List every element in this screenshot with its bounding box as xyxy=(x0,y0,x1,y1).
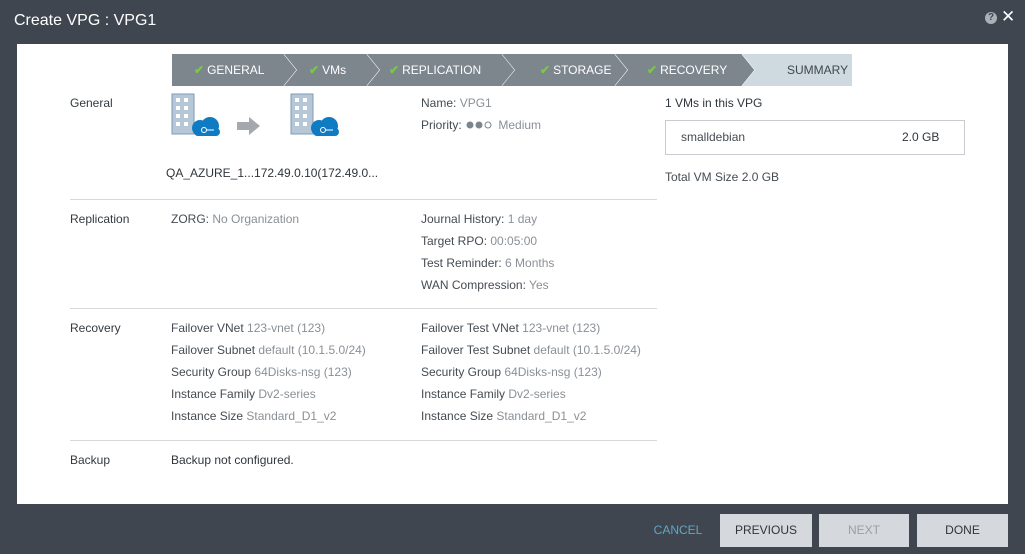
backup-heading: Backup xyxy=(70,453,111,467)
zorg-value: No Organization xyxy=(212,212,300,226)
recovery-left-row: Failover Subnet default (10.1.5.0/24) xyxy=(171,343,366,357)
recovery-value: Standard_D1_v2 xyxy=(496,409,587,423)
step-recovery-label: RECOVERY xyxy=(660,63,728,77)
test-label: Test Reminder: xyxy=(421,256,502,270)
close-icon[interactable]: ✕ xyxy=(1001,8,1015,26)
recovery-label: Security Group xyxy=(421,365,502,379)
rpo-value: 00:05:00 xyxy=(490,234,538,248)
arrow-right-icon xyxy=(237,117,260,135)
recovery-value: default (10.1.5.0/24) xyxy=(533,343,641,357)
replication-heading: Replication xyxy=(70,212,130,226)
recovery-value: Standard_D1_v2 xyxy=(246,409,337,423)
recovery-value: 123-vnet (123) xyxy=(522,321,601,335)
recovery-left-row: Instance Size Standard_D1_v2 xyxy=(171,409,336,423)
target-site-icon xyxy=(290,93,339,136)
check-icon: ✔ xyxy=(540,63,551,77)
check-icon: ✔ xyxy=(194,63,205,77)
done-button[interactable]: DONE xyxy=(917,514,1008,547)
step-replication-label: REPLICATION xyxy=(402,63,482,77)
total-vm-size: Total VM Size 2.0 GB xyxy=(665,170,780,184)
recovery-label: Failover Test Subnet xyxy=(421,343,531,357)
recovery-heading: Recovery xyxy=(70,321,121,335)
vm-name: smalldebian xyxy=(681,130,746,144)
step-vms[interactable]: ✔ VMs xyxy=(284,54,380,86)
site-pair: QA_AZURE_1...172.49.0.10(172.49.0... xyxy=(166,166,379,180)
recovery-right-row: Instance Size Standard_D1_v2 xyxy=(421,409,586,423)
wan-row: WAN Compression: Yes xyxy=(421,278,549,292)
recovery-right-row: Instance Family Dv2-series xyxy=(421,387,566,401)
step-replication[interactable]: ✔ REPLICATION xyxy=(367,54,515,86)
priority-dots-icon xyxy=(465,119,495,133)
journal-row: Journal History: 1 day xyxy=(421,212,537,226)
divider xyxy=(70,308,657,309)
recovery-label: Security Group xyxy=(171,365,252,379)
priority-label: Priority: xyxy=(421,118,462,132)
title-bar: Create VPG : VPG1 ? ✕ xyxy=(0,0,1025,44)
recovery-value: Dv2-series xyxy=(258,387,316,401)
previous-button[interactable]: PREVIOUS xyxy=(720,514,812,547)
recovery-value: Dv2-series xyxy=(508,387,566,401)
next-button[interactable]: NEXT xyxy=(819,514,909,547)
vpg-priority: Priority: Medium xyxy=(421,118,541,133)
wizard-steps: ✔ GENERAL ✔ VMs ✔ REPLICATION ✔ STORAGE ✔ REC… xyxy=(172,54,852,86)
step-summary[interactable]: SUMMARY xyxy=(742,54,852,86)
test-reminder-row: Test Reminder: 6 Months xyxy=(421,256,554,270)
step-storage[interactable]: ✔ STORAGE xyxy=(502,54,628,86)
recovery-left-row: Failover VNet 123-vnet (123) xyxy=(171,321,325,335)
journal-label: Journal History: xyxy=(421,212,505,226)
zorg-label: ZORG: xyxy=(171,212,209,226)
cancel-button[interactable]: CANCEL xyxy=(640,514,716,547)
recovery-value: 64Disks-nsg (123) xyxy=(504,365,602,379)
recovery-value: default (10.1.5.0/24) xyxy=(258,343,366,357)
recovery-label: Instance Size xyxy=(171,409,244,423)
recovery-value: 64Disks-nsg (123) xyxy=(254,365,352,379)
recovery-left-row: Instance Family Dv2-series xyxy=(171,387,316,401)
wan-label: WAN Compression: xyxy=(421,278,526,292)
name-value: VPG1 xyxy=(459,96,492,110)
recovery-label: Failover Test VNet xyxy=(421,321,519,335)
vms-title: 1 VMs in this VPG xyxy=(665,96,763,110)
recovery-label: Instance Family xyxy=(171,387,256,401)
zorg-row: ZORG: No Organization xyxy=(171,212,299,226)
vm-size: 2.0 GB xyxy=(902,130,940,144)
backup-value: Backup not configured. xyxy=(171,453,294,467)
name-label: Name: xyxy=(421,96,457,110)
window-title: Create VPG : VPG1 xyxy=(14,12,157,29)
vm-list: smalldebian 2.0 GB xyxy=(665,120,965,155)
step-storage-label: STORAGE xyxy=(553,63,612,77)
recovery-label: Instance Family xyxy=(421,387,506,401)
help-icon[interactable]: ? xyxy=(985,12,997,24)
general-heading: General xyxy=(70,96,113,110)
test-value: 6 Months xyxy=(505,256,555,270)
summary-panel: ✔ GENERAL ✔ VMs ✔ REPLICATION ✔ STORAGE ✔ REC… xyxy=(17,44,1008,504)
check-icon: ✔ xyxy=(309,63,320,77)
priority-value: Medium xyxy=(498,118,542,132)
step-general[interactable]: ✔ GENERAL xyxy=(172,54,297,86)
recovery-right-row: Failover Test Subnet default (10.1.5.0/2… xyxy=(421,343,641,357)
step-recovery[interactable]: ✔ RECOVERY xyxy=(615,54,755,86)
recovery-label: Failover Subnet xyxy=(171,343,256,357)
divider xyxy=(70,199,657,200)
rpo-row: Target RPO: 00:05:00 xyxy=(421,234,537,248)
wan-value: Yes xyxy=(529,278,549,292)
step-general-label: GENERAL xyxy=(207,63,265,77)
check-icon: ✔ xyxy=(647,63,658,77)
check-icon: ✔ xyxy=(389,63,400,77)
recovery-label: Instance Size xyxy=(421,409,494,423)
vpg-name: Name: VPG1 xyxy=(421,96,492,110)
recovery-label: Failover VNet xyxy=(171,321,244,335)
divider xyxy=(70,440,657,441)
source-site-icon xyxy=(171,93,220,136)
step-summary-label: SUMMARY xyxy=(787,63,849,77)
recovery-value: 123-vnet (123) xyxy=(247,321,326,335)
step-vms-label: VMs xyxy=(322,63,347,77)
recovery-right-row: Failover Test VNet 123-vnet (123) xyxy=(421,321,600,335)
recovery-left-row: Security Group 64Disks-nsg (123) xyxy=(171,365,352,379)
rpo-label: Target RPO: xyxy=(421,234,488,248)
journal-value: 1 day xyxy=(507,212,538,226)
recovery-right-row: Security Group 64Disks-nsg (123) xyxy=(421,365,602,379)
